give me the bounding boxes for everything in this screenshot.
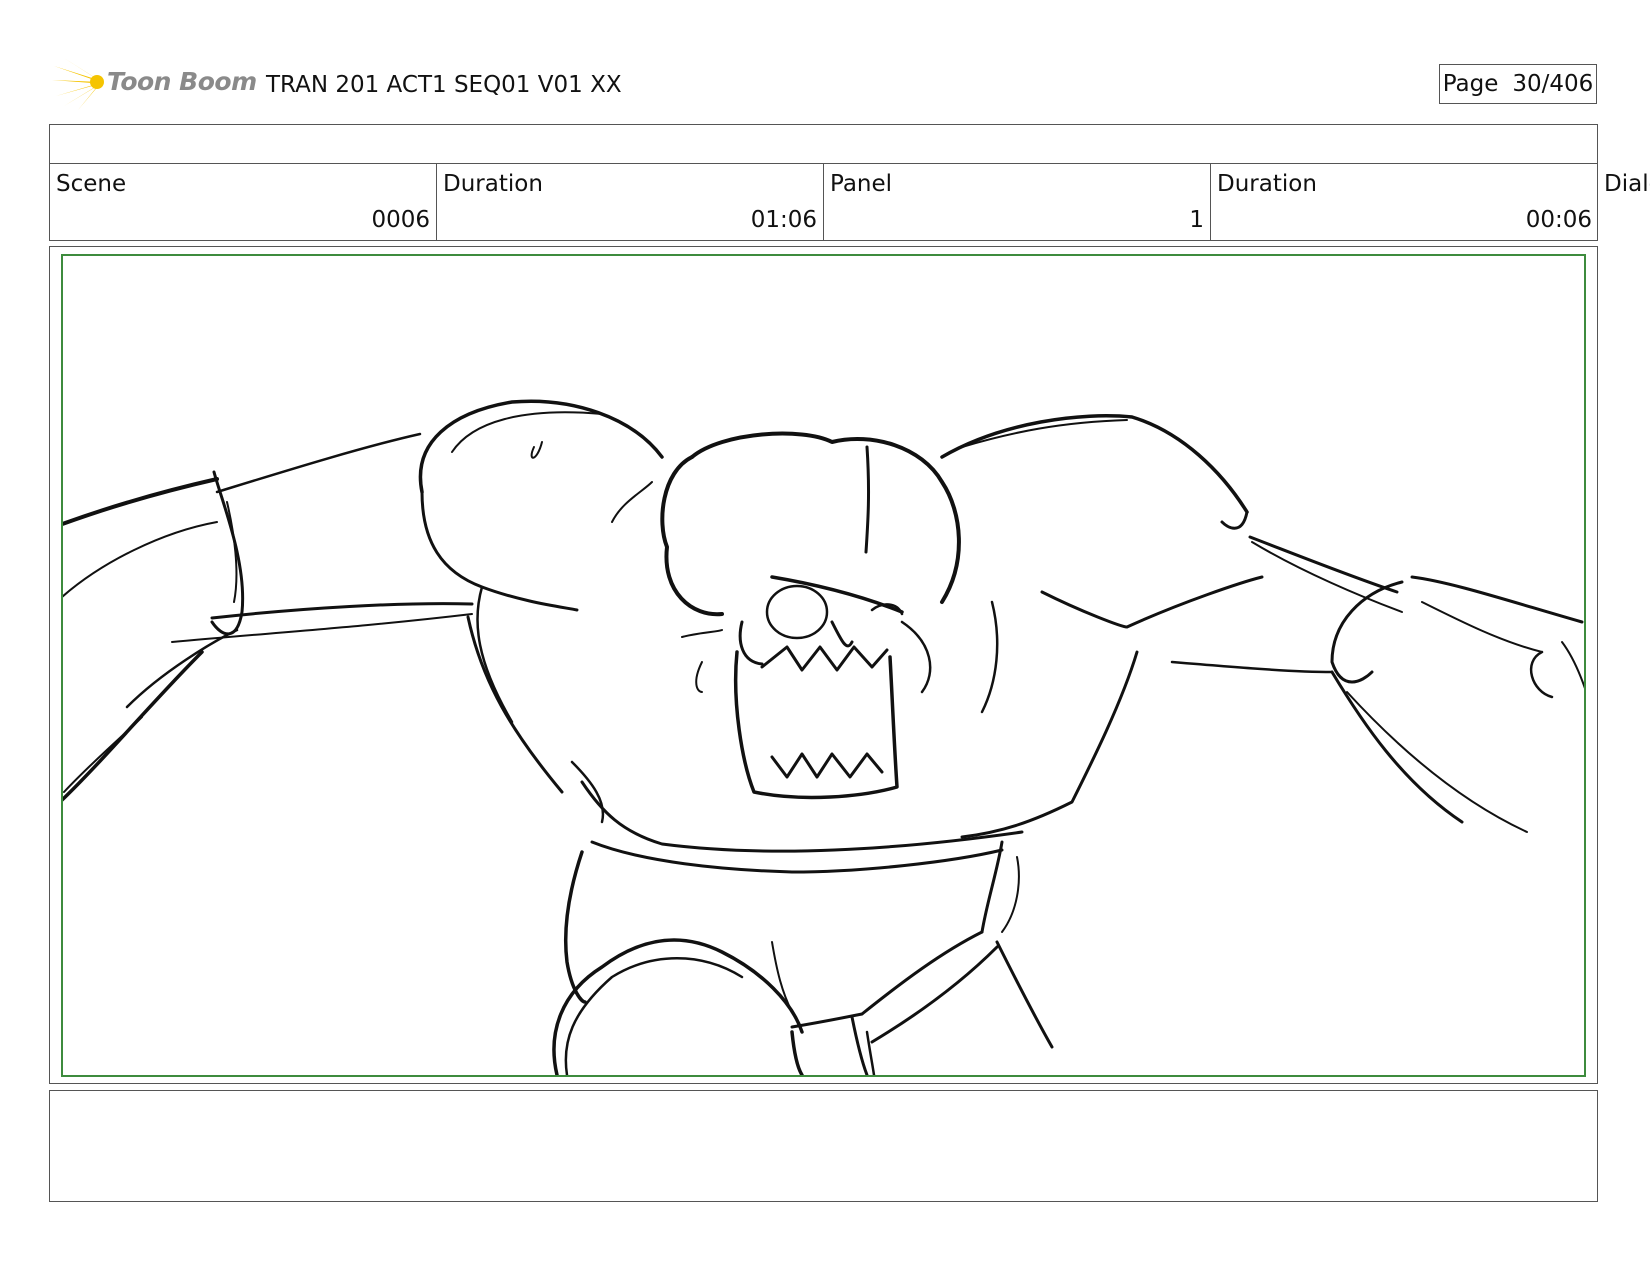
scene-label: Scene [56,171,127,197]
scene-duration-cell: Duration 01:06 [437,163,824,240]
creature-sketch-image [63,399,1584,1075]
panel-label: Panel [830,171,893,197]
toon-boom-logo: Toon Boom [52,56,257,112]
page-number: 30/406 [1512,71,1594,97]
document-title: TRAN 201 ACT1 SEQ01 V01 XX [266,72,622,98]
sunburst-logo-icon [52,58,104,110]
panel-cell: Panel 1 [824,163,1211,240]
scene-value: 0006 [371,207,430,233]
panel-duration-label: Duration [1217,171,1317,197]
logo-text: Toon Boom [107,67,257,96]
dialogue-label: Dialo [1604,171,1650,197]
header-blank-row [49,124,1598,164]
panel-duration-cell: Duration 00:06 [1211,163,1598,240]
page-label: Page [1442,71,1499,97]
info-row: Scene 0006 Duration 01:06 Panel 1 Durati… [49,163,1598,241]
scene-duration-label: Duration [443,171,543,197]
action-notes-box [49,1090,1598,1202]
panel-safe-frame [61,254,1586,1077]
page-indicator: Page 30/406 [1439,64,1597,104]
panel-duration-value: 00:06 [1525,207,1592,233]
scene-duration-value: 01:06 [750,207,817,233]
scene-cell: Scene 0006 [50,163,437,240]
panel-value: 1 [1189,207,1204,233]
